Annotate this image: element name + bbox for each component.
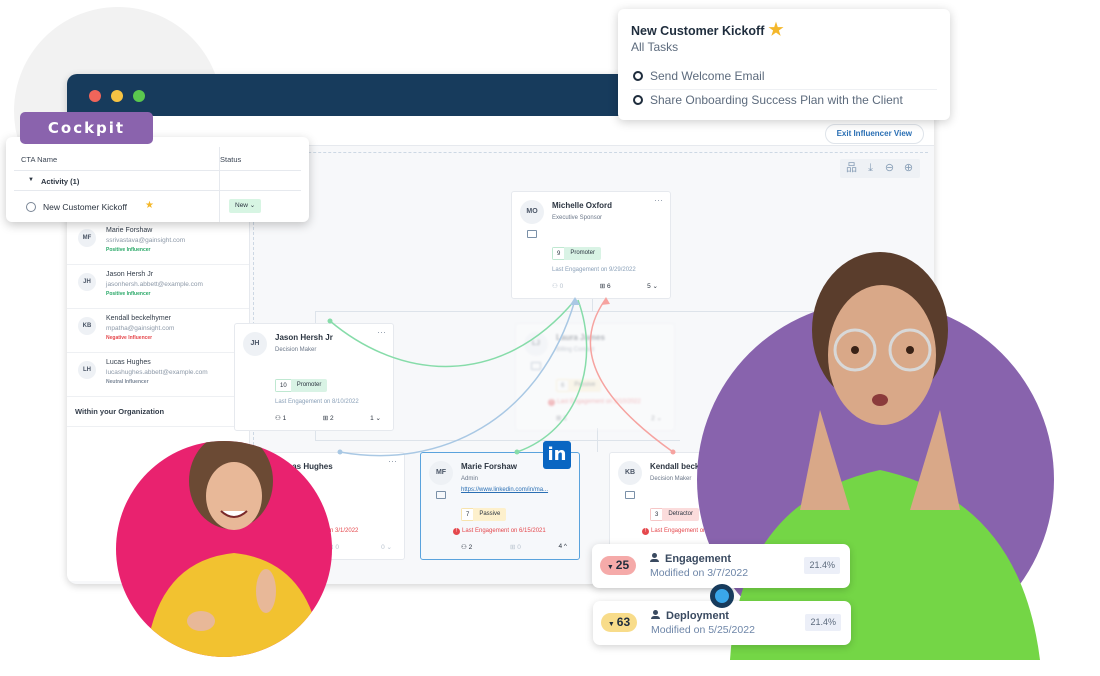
marketing-hero: Exit Influencer View MF Marie Forshaw ss… [0,0,1100,676]
weight-percent: 21.4% [804,557,840,574]
timeline-connector-dot [710,584,734,608]
link-endpoint [337,449,343,455]
task-label: Share Onboarding Success Plan with the C… [650,93,903,107]
link-endpoint [327,318,333,324]
task-item[interactable]: Send Welcome Email [631,66,937,90]
person-illustration [730,252,1040,660]
person-illustration [146,441,322,657]
cockpit-panel: CTA Name Status ▼ Activity (1) New Custo… [6,137,309,222]
happy-woman-photo [116,441,332,657]
scorecard-name: Engagement [650,553,731,565]
cockpit-label: Cockpit [20,112,153,144]
cta-name[interactable]: New Customer Kickoff [43,202,127,212]
status-dropdown[interactable]: New ⌄ [229,199,262,213]
star-icon[interactable]: ★ [145,200,154,211]
task-label: Send Welcome Email [650,69,765,83]
cta-row[interactable]: New Customer Kickoff ★ New ⌄ [14,192,301,220]
scorecard-engagement[interactable]: ▼ 25 Engagement Modified on 3/7/2022 21.4… [592,544,850,588]
caret-down-icon[interactable]: ▼ [28,177,34,183]
star-icon: ★ [768,20,784,39]
influence-link-green [329,299,576,368]
user-icon [650,553,659,562]
popover-subtitle: All Tasks [631,40,679,54]
caret-down-icon: ▼ [607,621,615,628]
cockpit-group-row[interactable]: ▼ Activity (1) [14,171,301,191]
complete-radio[interactable] [26,202,36,212]
influence-link-blue [339,299,576,457]
modified-date: Modified on 3/7/2022 [650,567,749,579]
column-cta-name[interactable]: CTA Name [21,155,57,164]
score-pill: ▼ 63 [601,613,637,632]
group-label: Activity (1) [41,177,80,186]
link-endpoint [514,449,520,455]
linkedin-icon[interactable]: in [543,441,571,469]
column-status[interactable]: Status [220,155,241,164]
tasks-popover: New Customer Kickoff ★ All Tasks Send Wel… [618,9,950,120]
score-pill: ▼ 25 [600,556,636,575]
cockpit-table-header: CTA Name Status [14,147,301,171]
popover-title: New Customer Kickoff ★ [631,20,784,39]
task-checkbox[interactable] [633,95,643,105]
arrowhead [601,297,610,305]
user-icon [651,610,660,619]
influence-link-red [589,299,674,453]
modified-date: Modified on 5/25/2022 [651,624,755,636]
caret-down-icon: ▼ [606,564,614,571]
weight-percent: 21.4% [805,614,841,631]
task-item[interactable]: Share Onboarding Success Plan with the C… [631,90,937,114]
link-endpoint [670,449,676,455]
task-checkbox[interactable] [633,71,643,81]
scorecard-name: Deployment [651,610,729,622]
influence-link-green-2 [516,299,588,453]
